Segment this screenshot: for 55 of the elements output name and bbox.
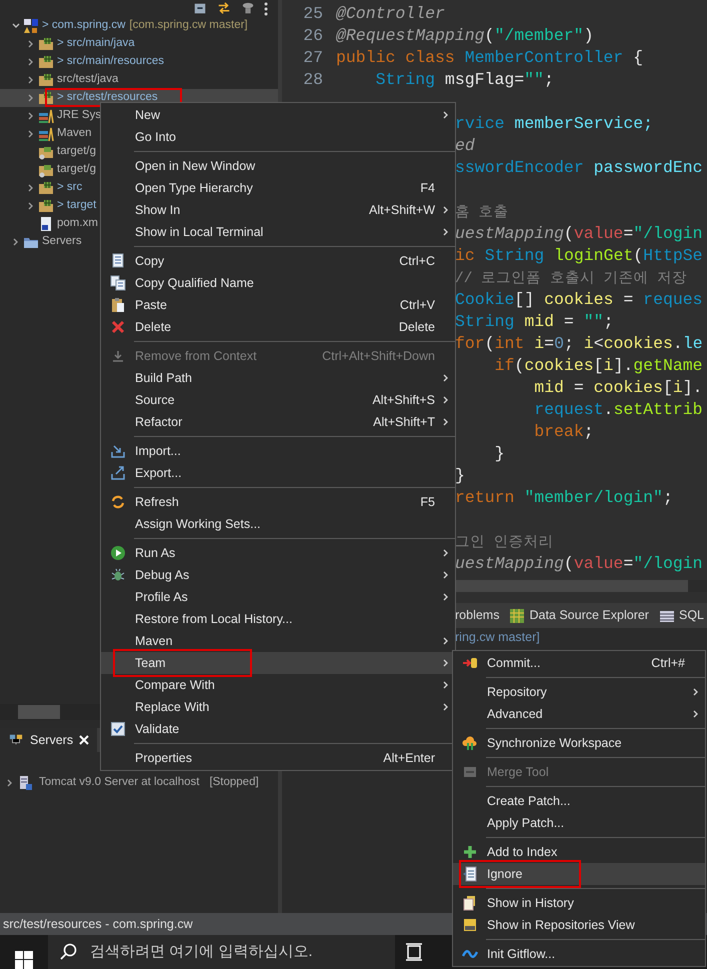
tree-label: JRE Sys [57,108,102,124]
code-line: uestMapping(value="/login [455,222,703,245]
tree-label: Servers [42,234,82,250]
shortcut-label: F4 [420,180,436,197]
shortcut-label: Alt+Shift+S [372,392,436,409]
code-line: break; [533,420,594,443]
shortcut-label: Ctrl+# [651,654,686,672]
code-line: @Controller [336,2,445,25]
tree-label: > src/main/resources [57,54,164,70]
line-number: 28 [302,68,324,91]
shortcut-label: Alt+Shift+W [369,202,436,219]
code-line: } [494,442,505,465]
code-line: @RequestMapping("/member") [336,24,594,47]
tree-label: pom.xm [57,216,98,232]
shortcut-label: Ctrl+V [400,296,436,314]
server-state: [Stopped] [209,775,259,790]
tree-label: > src/test/resources [57,90,158,106]
line-number: 27 [302,46,324,69]
code-line: mid = cookies[i]. [533,376,703,399]
tree-label: target/g [57,162,96,178]
line-number: 25 [302,2,324,25]
shortcut-label: F5 [420,494,436,511]
tree-label: > target [57,198,96,214]
code-line: public class MemberController { [336,46,643,69]
shortcut-label: Alt+Enter [383,750,436,767]
code-line: request.setAttrib [533,398,703,421]
code-line: // 로그인폼 호출시 기존에 저장 [455,270,688,289]
repository-label: ring.cw master] [455,630,540,644]
tree-label: > src/main/java [57,36,135,52]
code-line: ic String loginGet(HttpSe [455,244,703,267]
code-line: 홈 호출 [455,204,509,223]
code-line: Cookie[] cookies = reques [455,288,703,311]
shortcut-label: Ctrl+C [399,252,436,270]
tree-label: Maven [57,126,92,142]
code-line: } [455,464,465,487]
code-line: 그인 인증처리 [455,534,554,553]
code-line: rvice memberService; [455,112,654,135]
code-line: uestMapping(value="/login [455,552,703,575]
tree-label: src/test/java [57,72,118,88]
tree-label: target/g [57,144,96,160]
shortcut-label: Alt+Shift+T [373,414,436,431]
code-line: if(cookies[i].getName [494,354,703,377]
code-line: sswordEncoder passwordEnc [455,156,703,179]
tree-label: > src [57,180,82,196]
tree-label: > com.spring.cw [42,18,126,34]
status-text: src/test/resources - com.spring.cw [3,916,193,933]
shortcut-label: Ctrl+Alt+Shift+Down [322,348,436,365]
code-line: for(int i=0; i<cookies.le [455,332,703,355]
shortcut-label: Delete [398,318,436,336]
repository-label: [com.spring.cw master] [129,18,248,34]
code-line: String mid = ""; [455,310,614,333]
line-number: 26 [302,24,324,47]
code-line: String msgFlag=""; [374,68,554,91]
code-line: return "member/login"; [455,486,673,509]
code-line: ed [455,134,475,157]
